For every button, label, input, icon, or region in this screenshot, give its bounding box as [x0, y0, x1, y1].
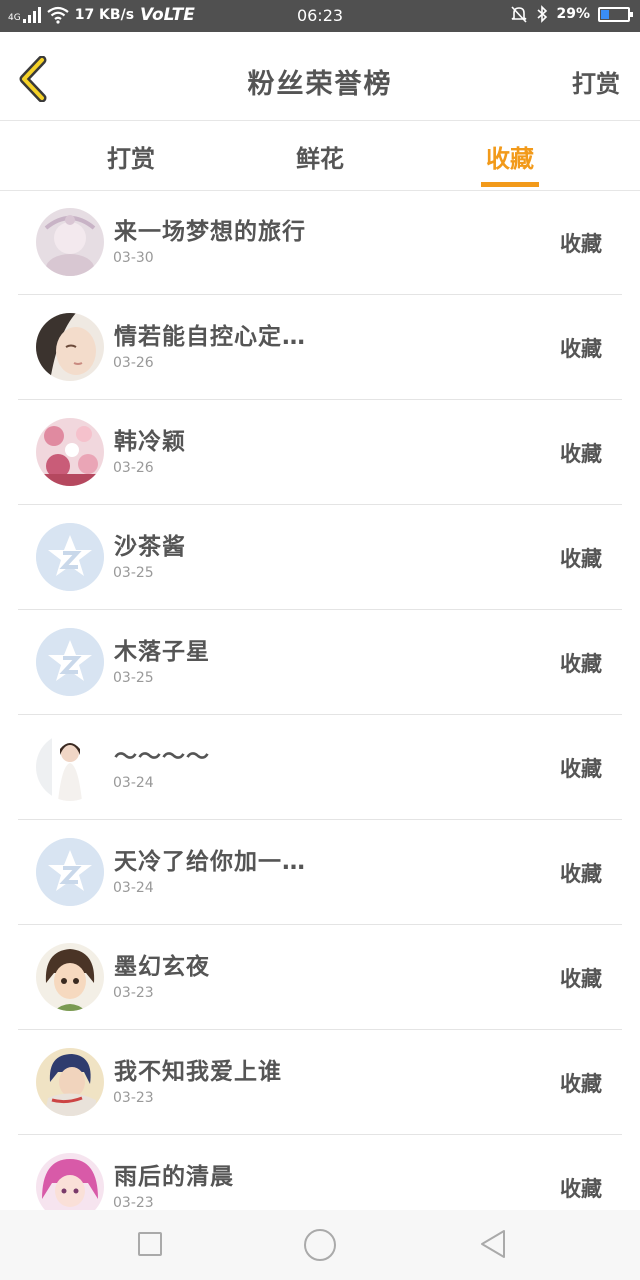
list-item[interactable]: 来一场梦想的旅行 03-30 收藏: [0, 190, 640, 295]
avatar[interactable]: [36, 418, 104, 486]
user-name: 墨幻玄夜: [114, 954, 210, 980]
battery-icon: [598, 6, 633, 22]
action-label: 收藏: [560, 862, 602, 886]
tab-reward[interactable]: 打赏: [71, 139, 191, 174]
date-label: 03-24: [113, 880, 154, 896]
date-label: 03-30: [113, 250, 154, 266]
action-label: 收藏: [560, 547, 602, 571]
avatar[interactable]: [36, 208, 104, 276]
tab-bar: 打赏 鲜花 收藏: [0, 121, 640, 191]
status-right: 29%: [510, 5, 633, 23]
user-name: 来一场梦想的旅行: [114, 219, 306, 245]
list-item[interactable]: ～～～～ 03-24 收藏: [0, 715, 640, 820]
user-name: 木落子星: [114, 639, 210, 665]
avatar[interactable]: [36, 313, 104, 381]
list-item[interactable]: 木落子星 03-25 收藏: [0, 610, 640, 715]
user-name: 情若能自控心定…: [114, 324, 306, 350]
battery-percent: 29%: [556, 6, 590, 22]
action-label: 收藏: [560, 1072, 602, 1096]
date-label: 03-24: [113, 775, 154, 791]
action-label: 收藏: [560, 337, 602, 361]
user-name: 雨后的清晨: [114, 1164, 234, 1190]
recent-apps-button[interactable]: [138, 1232, 162, 1256]
tab-label: 打赏: [107, 145, 155, 173]
date-label: 03-23: [113, 1195, 154, 1210]
tab-favorites[interactable]: 收藏: [450, 139, 570, 187]
date-label: 03-26: [113, 460, 154, 476]
action-label: 收藏: [560, 967, 602, 991]
tab-label: 鲜花: [296, 145, 344, 173]
list-item[interactable]: 我不知我爱上谁 03-23 收藏: [0, 1030, 640, 1135]
tab-label: 收藏: [486, 145, 534, 173]
tab-underline: [481, 182, 539, 187]
bluetooth-icon: [537, 5, 548, 23]
list-item[interactable]: 韩冷颖 03-26 收藏: [0, 400, 640, 505]
date-label: 03-23: [113, 985, 154, 1001]
list-item[interactable]: 沙茶酱 03-25 收藏: [0, 505, 640, 610]
list-item[interactable]: 情若能自控心定… 03-26 收藏: [0, 295, 640, 400]
list-item[interactable]: 天冷了给你加一… 03-24 收藏: [0, 820, 640, 925]
date-label: 03-26: [113, 355, 154, 371]
user-name: 天冷了给你加一…: [114, 849, 306, 875]
page-title: 粉丝荣誉榜: [247, 69, 393, 100]
status-bar: 4G 17 KB/s VoLTE 06:23 29%: [0, 0, 640, 32]
date-label: 03-25: [113, 670, 154, 686]
system-nav-bar: [0, 1210, 640, 1280]
bell-muted-icon: [511, 6, 528, 23]
home-button[interactable]: [304, 1229, 336, 1261]
avatar[interactable]: [36, 628, 104, 696]
action-label: 收藏: [560, 442, 602, 466]
user-name: ～～～～: [114, 744, 210, 770]
header-reward-button[interactable]: 打赏: [572, 64, 620, 99]
user-name: 我不知我爱上谁: [114, 1059, 282, 1085]
header: 粉丝荣誉榜 打赏: [0, 32, 640, 121]
action-label: 收藏: [560, 652, 602, 676]
date-label: 03-23: [113, 1090, 154, 1106]
avatar[interactable]: [36, 1153, 104, 1210]
action-label: 收藏: [560, 232, 602, 256]
avatar[interactable]: [36, 523, 104, 591]
action-label: 收藏: [560, 1177, 602, 1201]
action-label: 收藏: [560, 757, 602, 781]
list-item[interactable]: 雨后的清晨 03-23 收藏: [0, 1135, 640, 1210]
avatar[interactable]: [36, 838, 104, 906]
list-item[interactable]: 墨幻玄夜 03-23 收藏: [0, 925, 640, 1030]
avatar[interactable]: [36, 733, 104, 801]
avatar[interactable]: [36, 943, 104, 1011]
back-triangle-icon[interactable]: [478, 1228, 508, 1260]
avatar[interactable]: [36, 1048, 104, 1116]
user-name: 沙茶酱: [114, 534, 186, 560]
user-name: 韩冷颖: [114, 429, 186, 455]
tab-flowers[interactable]: 鲜花: [260, 139, 380, 174]
date-label: 03-25: [113, 565, 154, 581]
fan-list: 来一场梦想的旅行 03-30 收藏 情若能自控心定… 03-26 收藏 韩冷颖 03-26 收藏…: [0, 190, 640, 1210]
